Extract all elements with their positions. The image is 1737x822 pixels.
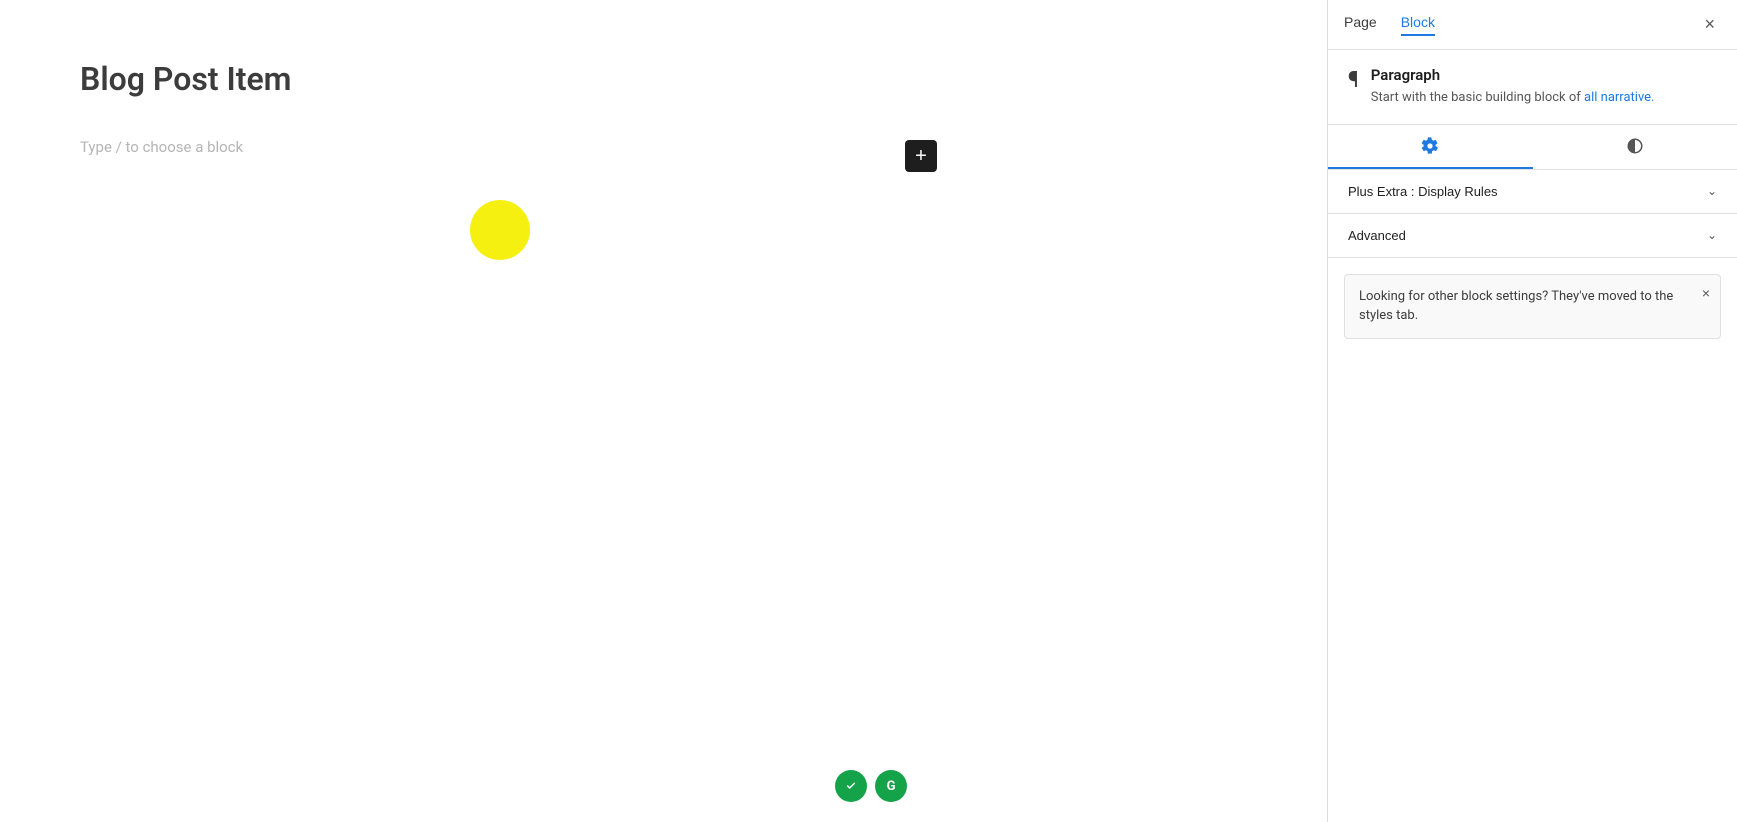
display-rules-chevron: ⌄	[1707, 184, 1717, 198]
sidebar-header: Page Block ×	[1328, 0, 1737, 50]
block-desc-link[interactable]: all narrative.	[1584, 90, 1654, 105]
settings-gear-icon	[1421, 137, 1439, 155]
notice-text: Looking for other block settings? They'v…	[1359, 289, 1673, 324]
post-title: Blog Post Item	[80, 60, 820, 98]
add-block-button[interactable]: +	[905, 140, 937, 172]
block-description: Start with the basic building block of a…	[1371, 88, 1655, 108]
editor-area: Blog Post Item Type / to choose a block …	[0, 0, 1327, 822]
block-name: Paragraph	[1371, 66, 1655, 84]
sidebar: Page Block × ¶ Paragraph Start with the …	[1327, 0, 1737, 822]
advanced-label: Advanced	[1348, 228, 1406, 243]
grammarly-icon[interactable]	[835, 770, 867, 802]
icon-tab-contrast[interactable]	[1533, 125, 1737, 169]
block-info-text: Paragraph Start with the basic building …	[1371, 66, 1655, 108]
icon-tab-settings[interactable]	[1328, 125, 1533, 169]
accordion-display-rules: Plus Extra : Display Rules ⌄	[1328, 170, 1737, 214]
icon-tabs-bar	[1328, 125, 1737, 170]
accordion-advanced: Advanced ⌄	[1328, 214, 1737, 258]
advanced-chevron: ⌄	[1707, 228, 1717, 242]
block-placeholder: Type / to choose a block	[80, 138, 820, 156]
block-info-section: ¶ Paragraph Start with the basic buildin…	[1328, 50, 1737, 125]
notice-close-button[interactable]: ×	[1702, 285, 1710, 301]
block-info-header: ¶ Paragraph Start with the basic buildin…	[1348, 66, 1717, 108]
accordion-advanced-header[interactable]: Advanced ⌄	[1328, 214, 1737, 257]
sidebar-tabs: Page Block	[1344, 14, 1435, 36]
bottom-icons-bar: G	[835, 770, 907, 802]
tab-page[interactable]: Page	[1344, 14, 1377, 36]
display-rules-label: Plus Extra : Display Rules	[1348, 184, 1498, 199]
accordion-display-rules-header[interactable]: Plus Extra : Display Rules ⌄	[1328, 170, 1737, 213]
notice-box: Looking for other block settings? They'v…	[1344, 274, 1721, 339]
g2-icon[interactable]: G	[875, 770, 907, 802]
editor-content: Blog Post Item Type / to choose a block	[0, 0, 900, 216]
sidebar-close-button[interactable]: ×	[1698, 12, 1721, 37]
contrast-icon	[1626, 137, 1644, 155]
tab-block[interactable]: Block	[1401, 14, 1435, 36]
yellow-circle-decoration	[470, 200, 530, 260]
paragraph-icon: ¶	[1348, 68, 1359, 93]
